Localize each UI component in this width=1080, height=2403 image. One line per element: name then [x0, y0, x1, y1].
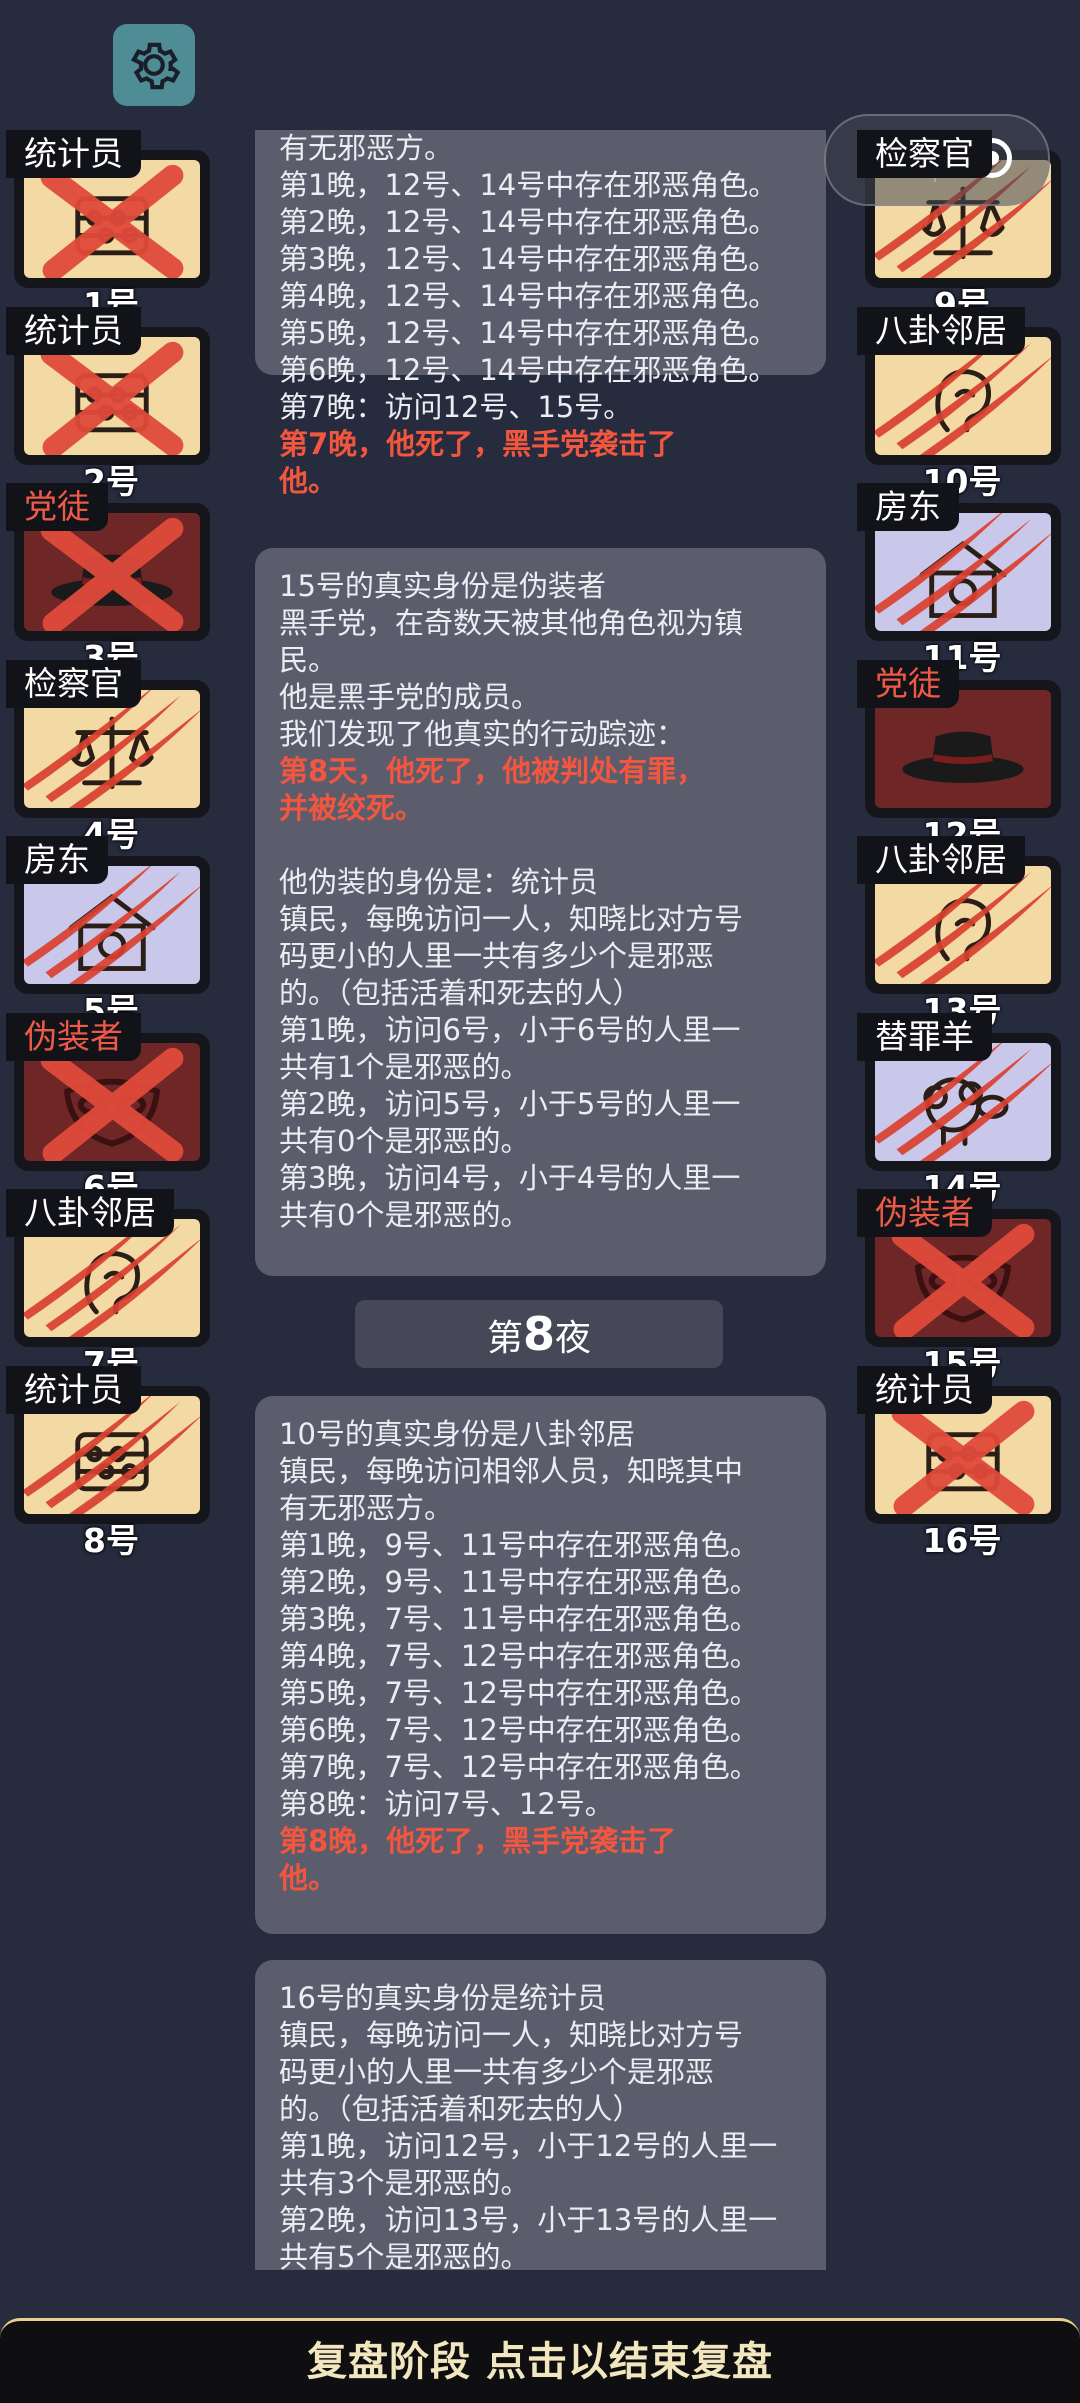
role-tag: 八卦邻居	[857, 836, 1025, 884]
player-card-1[interactable]: 统计员 1号	[6, 100, 216, 324]
role-tag: 伪装者	[857, 1189, 992, 1237]
log-line: 黑手党，在奇数天被其他角色视为镇	[279, 606, 744, 640]
log-entry-16: 16号的真实身份是统计员 镇民，每晚访问一人，知晓比对方号 码更小的人里一共有多少个…	[255, 1960, 826, 2270]
log-line: 有无邪恶方。	[279, 131, 454, 165]
log-entry-10: 10号的真实身份是八卦邻居 镇民，每晚访问相邻人员，知晓其中 有无邪恶方。 第1晚，9…	[255, 1396, 826, 1934]
log-line: 第1晚，访问6号，小于6号的人里一	[279, 1013, 741, 1047]
player-number: 16号	[922, 1521, 1002, 1560]
x-mark	[891, 1400, 1035, 1514]
log-line: 第1晚，访问12号，小于12号的人里一	[279, 2129, 778, 2163]
log-line: 第7晚：访问12号、15号。	[279, 390, 633, 424]
death-note: 他。	[279, 1861, 338, 1895]
log-line: 第2晚，9号、11号中存在邪恶角色。	[279, 1565, 759, 1599]
log-line: 第2晚，访问13号，小于13号的人里一	[279, 2203, 778, 2237]
log-line: 第1晚，9号、11号中存在邪恶角色。	[279, 1528, 759, 1562]
role-tag: 党徒	[857, 660, 959, 708]
review-log[interactable]: 有无邪恶方。 第1晚，12号、14号中存在邪恶角色。 第2晚，12号、14号中存在邪…	[255, 130, 826, 2270]
log-line: 码更小的人里一共有多少个是邪恶	[279, 2055, 715, 2089]
role-tag: 检察官	[857, 130, 992, 178]
night-prefix: 第	[486, 1318, 523, 1359]
role-tag: 八卦邻居	[857, 307, 1025, 355]
log-line: 共有0个是邪恶的。	[279, 1198, 530, 1232]
player-number: 8号	[83, 1521, 139, 1560]
role-tag: 统计员	[857, 1366, 992, 1414]
log-line: 镇民，每晚访问相邻人员，知晓其中	[279, 1454, 744, 1488]
night-suffix: 夜	[555, 1318, 592, 1359]
log-line: 镇民，每晚访问一人，知晓比对方号	[279, 2018, 744, 2052]
log-line: 第2晚，12号、14号中存在邪恶角色。	[279, 205, 778, 239]
death-note: 第7晚，他死了，黑手党袭击了	[279, 427, 677, 461]
death-note: 第8天，他死了，他被判处有罪，	[279, 754, 706, 788]
log-line: 第7晚，7号、12号中存在邪恶角色。	[279, 1750, 759, 1784]
role-tag: 统计员	[6, 130, 141, 178]
log-line: 的。（包括活着和死去的人）	[279, 2092, 642, 2126]
role-tag: 八卦邻居	[6, 1189, 174, 1237]
log-line: 的。（包括活着和死去的人）	[279, 976, 642, 1010]
log-line: 第3晚，7号、11号中存在邪恶角色。	[279, 1602, 759, 1636]
log-line: 第6晚，12号、14号中存在邪恶角色。	[279, 353, 778, 387]
role-tag: 统计员	[6, 307, 141, 355]
death-note: 他。	[279, 464, 338, 498]
night-divider: 第8夜	[355, 1300, 723, 1368]
x-mark	[40, 517, 184, 631]
log-line: 第5晚，7号、12号中存在邪恶角色。	[279, 1676, 759, 1710]
role-tag: 伪装者	[6, 1013, 141, 1061]
role-tag: 房东	[6, 836, 108, 884]
review-screen: 统计员 1号 统计员 2号 党徒 3号 检察官 4号 房东 5号 伪装者 6号 八卦邻居 7号 统计员 8号 …	[0, 0, 1080, 2403]
log-line: 10号的真实身份是八卦邻居	[279, 1417, 635, 1451]
log-line: 共有3个是邪恶的。	[279, 2166, 530, 2200]
log-line: 共有5个是邪恶的。	[279, 2240, 530, 2270]
role-tag: 统计员	[6, 1366, 141, 1414]
role-tag: 房东	[857, 483, 959, 531]
night-number: 8	[522, 1307, 555, 1361]
gear-icon	[130, 42, 181, 90]
log-line: 15号的真实身份是伪装者	[279, 569, 606, 603]
log-line: 第3晚，12号、14号中存在邪恶角色。	[279, 242, 778, 276]
role-tag: 替罪羊	[857, 1013, 992, 1061]
log-entry-9: 有无邪恶方。 第1晚，12号、14号中存在邪恶角色。 第2晚，12号、14号中存在邪…	[255, 130, 826, 498]
log-line: 第2晚，访问5号，小于5号的人里一	[279, 1087, 741, 1121]
x-mark	[40, 341, 184, 455]
log-line: 第5晚，12号、14号中存在邪恶角色。	[279, 316, 778, 350]
log-line: 第4晚，12号、14号中存在邪恶角色。	[279, 279, 778, 313]
log-entry-15: 15号的真实身份是伪装者 黑手党，在奇数天被其他角色视为镇 民。 他是黑手党的成员。我…	[255, 548, 826, 1276]
log-line: 有无邪恶方。	[279, 1491, 454, 1525]
settings-button[interactable]	[113, 24, 195, 106]
end-review-button[interactable]: 复盘阶段 点击以结束复盘	[0, 2318, 1080, 2403]
log-line: 共有1个是邪恶的。	[279, 1050, 530, 1084]
log-line: 第3晚，访问4号，小于4号的人里一	[279, 1161, 741, 1195]
log-line: 第8晚：访问7号、12号。	[279, 1787, 614, 1821]
death-note: 第8晚，他死了，黑手党袭击了	[279, 1824, 677, 1858]
log-line: 第4晚，7号、12号中存在邪恶角色。	[279, 1639, 759, 1673]
x-mark	[40, 164, 184, 278]
death-note: 并被绞死。	[279, 791, 425, 825]
log-line: 民。	[279, 643, 338, 677]
log-line: 码更小的人里一共有多少个是邪恶	[279, 939, 715, 973]
log-line: 他伪装的身份是：统计员	[279, 865, 599, 899]
role-tag: 党徒	[6, 483, 108, 531]
log-line: 镇民，每晚访问一人，知晓比对方号	[279, 902, 744, 936]
log-line: 第1晚，12号、14号中存在邪恶角色。	[279, 168, 778, 202]
log-line: 第6晚，7号、12号中存在邪恶角色。	[279, 1713, 759, 1747]
log-line: 共有0个是邪恶的。	[279, 1124, 530, 1158]
log-line: 我们发现了他真实的行动踪迹：	[279, 717, 686, 751]
log-line: 16号的真实身份是统计员	[279, 1981, 606, 2015]
role-tag: 检察官	[6, 660, 141, 708]
log-line: 他是黑手党的成员。	[279, 680, 541, 714]
